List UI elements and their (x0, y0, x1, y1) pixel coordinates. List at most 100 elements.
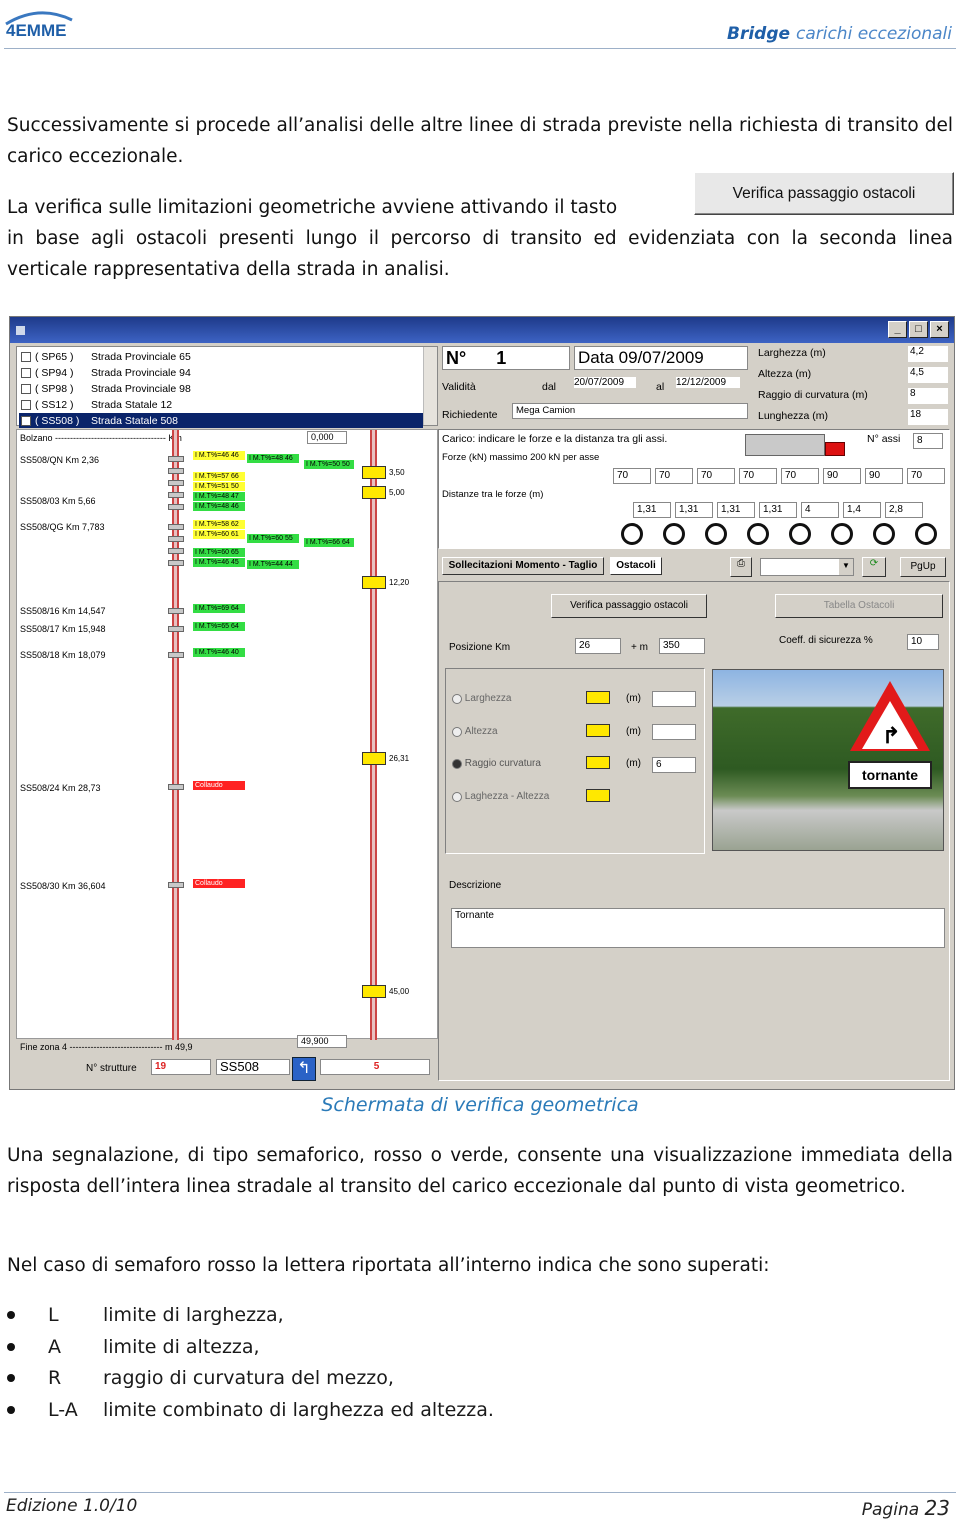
structure-marker[interactable] (168, 480, 184, 486)
radio-icon[interactable] (452, 693, 462, 704)
option-input[interactable] (652, 724, 696, 740)
force-input[interactable]: 70 (697, 468, 735, 484)
height-obstacle-icon[interactable] (362, 486, 386, 499)
dim-value: 8 (908, 388, 948, 404)
pos-km-input[interactable]: 26 (575, 638, 621, 654)
minimize-icon[interactable]: _ (888, 321, 907, 338)
paragraph-2-rest: in base agli ostacoli presenti lungo il … (7, 228, 953, 280)
road-checkbox[interactable] (21, 367, 31, 378)
road-list[interactable]: ( SP65 ) Strada Provinciale 65 ( SP94 ) St… (16, 346, 438, 428)
station-label: SS508/16 Km 14,547 (20, 606, 106, 616)
load-tag: I M.T%=51 50 (193, 482, 245, 491)
width-obstacle-icon[interactable] (362, 466, 386, 479)
force-input[interactable]: 70 (655, 468, 693, 484)
force-input[interactable]: 70 (781, 468, 819, 484)
road-item-selected[interactable]: ✓ ( SS508 ) Strada Statale 508 (19, 413, 423, 428)
structure-marker[interactable] (168, 548, 184, 554)
distance-input[interactable]: 1,31 (717, 502, 755, 518)
option-unit: (m) (626, 693, 641, 704)
road-item[interactable]: ( SP98 ) Strada Provinciale 98 (19, 381, 423, 396)
chevron-down-icon[interactable]: ▼ (839, 559, 853, 575)
force-input[interactable]: 70 (907, 468, 945, 484)
maximize-icon[interactable]: □ (909, 321, 928, 338)
bullet-icon (7, 1374, 15, 1382)
company-logo: 4EMME (4, 6, 74, 42)
option-raggio[interactable]: Raggio curvatura (452, 758, 541, 769)
n-assi-value[interactable]: 8 (913, 433, 943, 449)
descrizione-input[interactable]: Tornante (451, 908, 945, 948)
structure-marker[interactable] (168, 492, 184, 498)
radio-icon[interactable] (452, 791, 462, 802)
force-input[interactable]: 70 (613, 468, 651, 484)
load-tag: I M.T%=46 46 (193, 451, 245, 460)
curve-obstacle-icon[interactable] (362, 752, 386, 765)
option-input[interactable] (652, 691, 696, 707)
distanze-label: Distanze tra le forze (m) (442, 489, 544, 500)
tabella-ostacoli-button[interactable]: Tabella Ostacoli (775, 594, 943, 618)
pgup-button[interactable]: PgUp (900, 557, 946, 577)
validita-label: Validità (442, 381, 476, 393)
distance-input[interactable]: 1,31 (633, 502, 671, 518)
al-value[interactable]: 12/12/2009 (676, 377, 740, 388)
force-input[interactable]: 90 (865, 468, 903, 484)
pos-m-input[interactable]: 350 (659, 638, 705, 654)
turn-arrow-icon[interactable]: ↰ (292, 1057, 316, 1081)
structure-marker[interactable] (168, 626, 184, 632)
option-input[interactable]: 6 (652, 757, 696, 773)
road-item[interactable]: ( SS12 ) Strada Statale 12 (19, 397, 423, 412)
load-tag-red: Collaudo (193, 781, 245, 790)
load-tag: I M.T%=65 64 (193, 622, 245, 631)
load-tag: I M.T%=60 61 (193, 530, 245, 539)
height-obstacle-icon[interactable] (362, 576, 386, 589)
distance-input[interactable]: 1,31 (675, 502, 713, 518)
load-tag: I M.T%=58 62 (193, 520, 245, 529)
road-checkbox[interactable] (21, 351, 31, 362)
structure-marker[interactable] (168, 468, 184, 474)
road-checkbox[interactable]: ✓ (21, 415, 31, 426)
distance-input[interactable]: 1,31 (759, 502, 797, 518)
width-height-symbol-icon (586, 789, 610, 802)
tab-sollecitazioni[interactable]: Sollecitazioni Momento - Taglio (442, 557, 604, 575)
distance-input[interactable]: 1,4 (843, 502, 881, 518)
structure-marker[interactable] (168, 536, 184, 542)
option-larghezza[interactable]: Larghezza (452, 693, 511, 704)
count-left: 19 (151, 1059, 211, 1075)
verifica-ostacoli-button[interactable]: Verifica passaggio ostacoli (551, 594, 707, 618)
structure-marker[interactable] (168, 608, 184, 614)
vehicle-dimensions: Larghezza (m) 4,2 Altezza (m) 4,5 Raggio… (758, 346, 948, 426)
structure-marker[interactable] (168, 456, 184, 462)
option-larghezza-altezza[interactable]: Laghezza - Altezza (452, 791, 549, 802)
coeff-input[interactable]: 10 (907, 634, 939, 650)
bullet-text: raggio di curvatura del mezzo, (103, 1367, 394, 1389)
radio-selected-icon[interactable] (452, 758, 462, 769)
option-altezza[interactable]: Altezza (452, 726, 498, 737)
road-item[interactable]: ( SP65 ) Strada Provinciale 65 (19, 349, 423, 364)
tab-ostacoli[interactable]: Ostacoli (610, 557, 662, 575)
structure-marker[interactable] (168, 560, 184, 566)
width-obstacle-icon[interactable] (362, 985, 386, 998)
printer-icon[interactable]: ⎙ (730, 557, 752, 577)
richiedente-value[interactable]: Mega Camion (512, 403, 748, 419)
force-input[interactable]: 70 (739, 468, 777, 484)
option-unit: (m) (626, 758, 641, 769)
road-checkbox[interactable] (21, 399, 31, 410)
structure-marker[interactable] (168, 504, 184, 510)
distance-input[interactable]: 2,8 (885, 502, 923, 518)
bullet-item: L-A limite combinato di larghezza ed alte… (7, 1399, 494, 1421)
distance-input[interactable]: 4 (801, 502, 839, 518)
combo-select[interactable]: ▼ (760, 558, 854, 576)
road-item[interactable]: ( SP94 ) Strada Provinciale 94 (19, 365, 423, 380)
structure-marker[interactable] (168, 524, 184, 530)
force-input[interactable]: 90 (823, 468, 861, 484)
truck-trailer-icon (745, 434, 825, 456)
road-checkbox[interactable] (21, 383, 31, 394)
close-icon[interactable]: × (930, 321, 949, 338)
radio-icon[interactable] (452, 726, 462, 737)
dal-value[interactable]: 20/07/2009 (574, 377, 636, 388)
road-list-scrollbar[interactable] (423, 347, 437, 425)
refresh-icon[interactable]: ⟳ (862, 557, 886, 577)
structure-marker[interactable] (168, 652, 184, 658)
structure-marker[interactable] (168, 784, 184, 790)
bullet-item: Alimite di altezza, (7, 1336, 260, 1358)
structure-marker[interactable] (168, 882, 184, 888)
